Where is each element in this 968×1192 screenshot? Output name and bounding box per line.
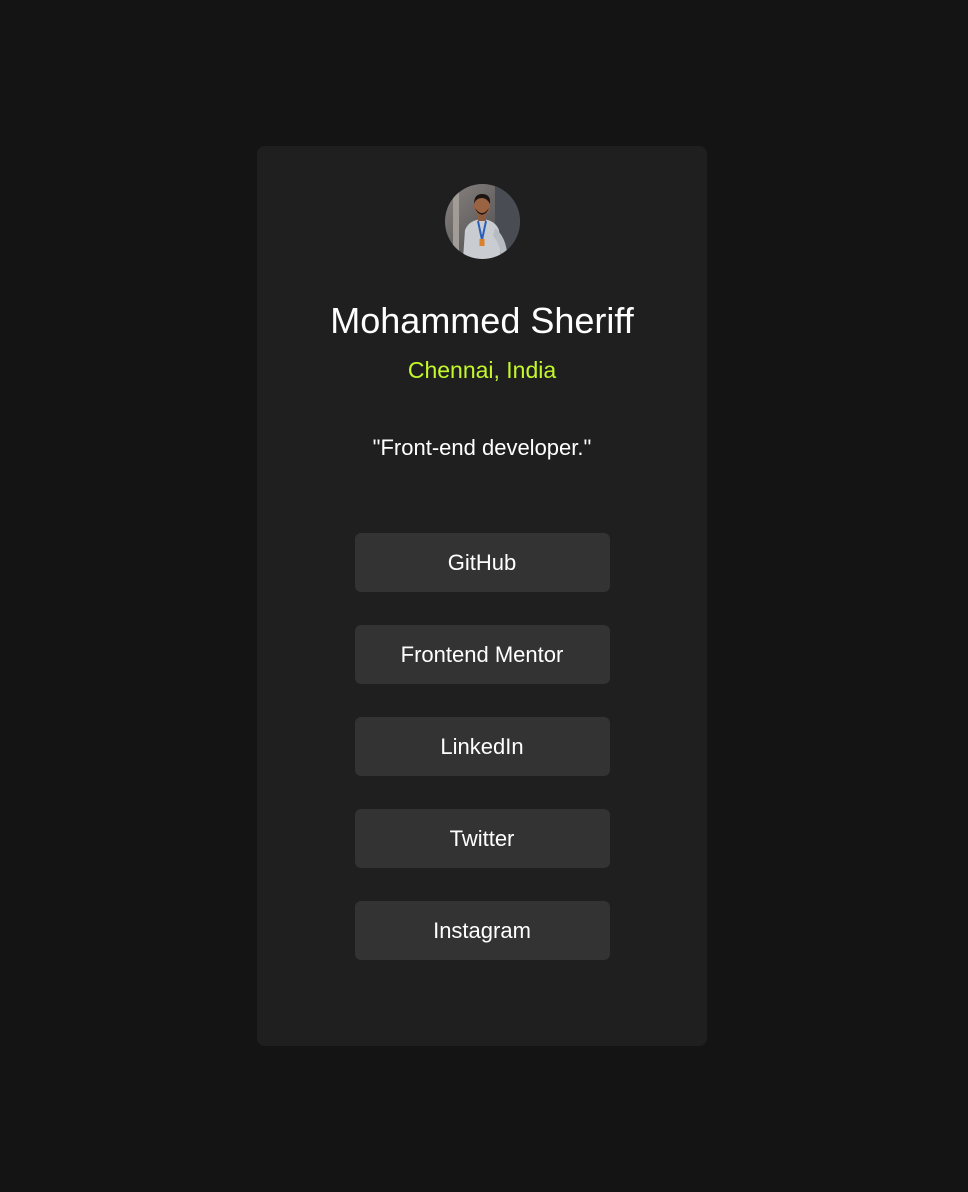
linkedin-link-button[interactable]: LinkedIn xyxy=(354,717,610,776)
avatar xyxy=(444,184,520,259)
instagram-link-button[interactable]: Instagram xyxy=(354,901,610,960)
profile-location: Chennai, India xyxy=(407,357,557,383)
profile-name: Mohammed Sheriff xyxy=(330,300,634,341)
profile-bio: "Front-end developer." xyxy=(372,435,592,460)
frontend-mentor-link-button[interactable]: Frontend Mentor xyxy=(354,625,610,684)
github-link-button[interactable]: GitHub xyxy=(354,533,610,592)
social-links: GitHub Frontend Mentor LinkedIn Twitter … xyxy=(354,533,610,993)
profile-card: Mohammed Sheriff Chennai, India "Front-e… xyxy=(257,146,707,1046)
twitter-link-button[interactable]: Twitter xyxy=(354,809,610,868)
